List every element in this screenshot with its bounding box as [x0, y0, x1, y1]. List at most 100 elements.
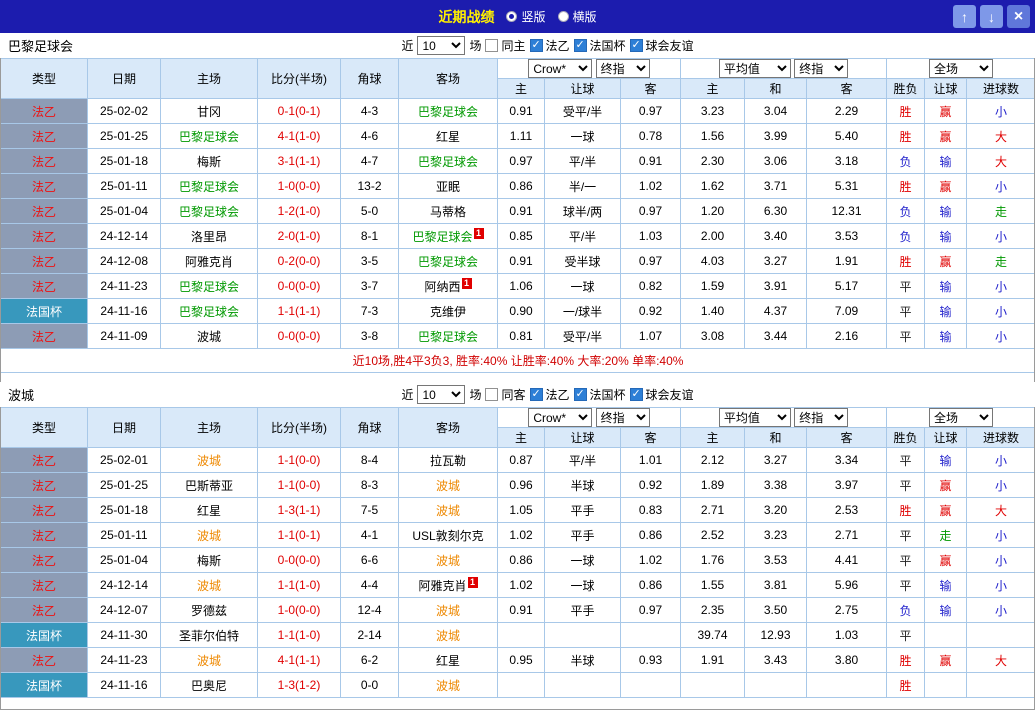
goals-result: 小: [967, 523, 1035, 548]
summary-row: 近10场,胜4平3负3, 胜率:40% 让胜率:40% 大率:20% 单率:40…: [1, 349, 1035, 373]
odds-away: 0.97: [621, 99, 681, 124]
home-team-name: 梅斯: [197, 155, 221, 169]
home-team: 阿雅克肖: [161, 249, 258, 274]
col-header-goals: 进球数: [967, 428, 1035, 448]
match-row: 法乙24-12-14洛里昂2-0(1-0)8-1巴黎足球会10.85平/半1.0…: [1, 224, 1035, 249]
odds-handicap: 平/半: [545, 448, 621, 473]
handicap-result: 赢: [925, 174, 967, 199]
handicap-result: 输: [925, 199, 967, 224]
odds-provider-select[interactable]: Crow*: [528, 408, 592, 427]
move-up-button[interactable]: ↑: [953, 5, 976, 28]
match-score: 1-0(0-0): [258, 598, 341, 623]
checkbox-checked-icon: [574, 39, 587, 52]
league-type: 法乙: [1, 274, 88, 299]
avg-away: 3.34: [807, 448, 887, 473]
section-team-title: 波城: [8, 385, 34, 404]
goals-result: 小: [967, 324, 1035, 349]
layout-horizontal-radio[interactable]: 横版: [558, 8, 597, 25]
home-team: 巴斯蒂亚: [161, 473, 258, 498]
odds-handicap: 受半球: [545, 249, 621, 274]
odds-away: [621, 623, 681, 648]
avg-stage-select[interactable]: 终指: [794, 59, 848, 78]
avg-away: 5.40: [807, 124, 887, 149]
home-team-name: 圣菲尔伯特: [179, 629, 239, 643]
filter-group: 近 10 场 同主 法乙 法国杯 球会友谊: [401, 36, 693, 55]
avg-home: 2.12: [681, 448, 745, 473]
match-count-select[interactable]: 10: [417, 385, 465, 404]
titlebar-center: 近期战绩 竖版 横版: [438, 7, 596, 27]
col-header-avg-home: 主: [681, 79, 745, 99]
match-date: 25-02-02: [88, 99, 161, 124]
home-team: 巴奥尼: [161, 673, 258, 698]
odds-away: [621, 673, 681, 698]
avg-select-cell: 平均值 终指: [681, 408, 887, 428]
goals-result: 小: [967, 174, 1035, 199]
league-type: 法乙: [1, 523, 88, 548]
col-header-score: 比分(半场): [258, 59, 341, 99]
scope-select[interactable]: 全场: [929, 408, 993, 427]
match-count-select[interactable]: 10: [417, 36, 465, 55]
league-type: 法国杯: [1, 299, 88, 324]
away-team: 巴黎足球会: [399, 99, 498, 124]
corner-score: 2-14: [341, 623, 399, 648]
league-type: 法乙: [1, 324, 88, 349]
checkbox-checked-icon: [530, 39, 543, 52]
goals-result: [967, 673, 1035, 698]
home-team-name: 甘冈: [197, 105, 221, 119]
outcome: 平: [887, 548, 925, 573]
avg-away: 7.09: [807, 299, 887, 324]
match-row: 法乙24-11-23波城4-1(1-1)6-2红星0.95半球0.931.913…: [1, 648, 1035, 673]
match-row: 法乙25-01-04巴黎足球会1-2(1-0)5-0马蒂格0.91球半/两0.9…: [1, 199, 1035, 224]
layout-vertical-radio[interactable]: 竖版: [506, 8, 545, 25]
away-team-name: 红星: [436, 130, 460, 144]
avg-home: 1.89: [681, 473, 745, 498]
away-team: 波城: [399, 498, 498, 523]
odds-handicap: 受平/半: [545, 324, 621, 349]
same-home-checkbox[interactable]: 同主: [485, 37, 525, 54]
match-score: 1-1(0-0): [258, 473, 341, 498]
away-team: 波城: [399, 548, 498, 573]
same-away-checkbox[interactable]: 同客: [485, 386, 525, 403]
odds-home: 0.91: [498, 249, 545, 274]
avg-home: 4.03: [681, 249, 745, 274]
odds-home: 1.06: [498, 274, 545, 299]
avg-provider-select[interactable]: 平均值: [719, 59, 791, 78]
col-header-avg-draw: 和: [745, 428, 807, 448]
league-type: 法乙: [1, 99, 88, 124]
odds-handicap: 一球: [545, 548, 621, 573]
horizontal-radio-label: 横版: [573, 8, 597, 25]
odds-handicap: 一球: [545, 573, 621, 598]
col-header-odds-handicap: 让球: [545, 79, 621, 99]
league-type: 法乙: [1, 573, 88, 598]
match-row: 法乙25-01-18梅斯3-1(1-1)4-7巴黎足球会0.97平/半0.912…: [1, 149, 1035, 174]
odds-provider-select[interactable]: Crow*: [528, 59, 592, 78]
home-team: 波城: [161, 448, 258, 473]
league-cup-checkbox[interactable]: 法国杯: [574, 386, 626, 403]
outcome: 平: [887, 448, 925, 473]
close-button[interactable]: ×: [1007, 5, 1030, 28]
avg-stage-select[interactable]: 终指: [794, 408, 848, 427]
match-row: 法国杯24-11-16巴黎足球会1-1(1-1)7-3克维伊0.90一/球半0.…: [1, 299, 1035, 324]
away-team-name: USL敦刻尔克: [412, 529, 483, 543]
scope-select[interactable]: 全场: [929, 59, 993, 78]
friendly-label: 球会友谊: [646, 37, 694, 54]
away-team-name: 巴黎足球会: [418, 105, 478, 119]
match-score: 1-1(0-1): [258, 523, 341, 548]
col-header-corner: 角球: [341, 59, 399, 99]
odds-stage-select[interactable]: 终指: [596, 59, 650, 78]
friendly-checkbox[interactable]: 球会友谊: [630, 37, 694, 54]
league-cup-checkbox[interactable]: 法国杯: [574, 37, 626, 54]
move-down-button[interactable]: ↓: [980, 5, 1003, 28]
league-l2-checkbox[interactable]: 法乙: [530, 386, 570, 403]
league-l2-checkbox[interactable]: 法乙: [530, 37, 570, 54]
col-header-date: 日期: [88, 408, 161, 448]
odds-stage-select[interactable]: 终指: [596, 408, 650, 427]
odds-handicap: 平手: [545, 523, 621, 548]
avg-away: 2.53: [807, 498, 887, 523]
friendly-checkbox[interactable]: 球会友谊: [630, 386, 694, 403]
radio-checked-icon: [506, 11, 517, 22]
avg-provider-select[interactable]: 平均值: [719, 408, 791, 427]
avg-draw: 3.53: [745, 548, 807, 573]
odds-handicap: [545, 673, 621, 698]
goals-result: 小: [967, 548, 1035, 573]
